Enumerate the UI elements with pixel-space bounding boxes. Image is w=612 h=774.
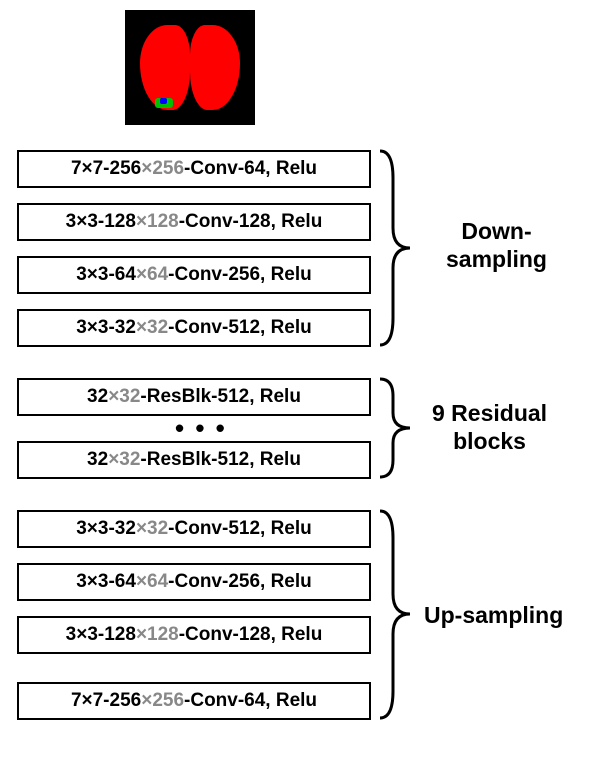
layer-text: 3×3-32×32-Conv-512, Relu: [76, 518, 312, 540]
upsample-brace: [375, 508, 430, 721]
layer-text: 3×3-64×64-Conv-256, Relu: [76, 264, 312, 286]
downsample-layer-4: 3×3-32×32-Conv-512, Relu: [17, 309, 371, 347]
downsample-brace: [375, 148, 430, 348]
layer-text: 7×7-256×256-Conv-64, Relu: [71, 158, 317, 180]
upsample-layer-3: 3×3-128×128-Conv-128, Relu: [17, 616, 371, 654]
upsample-label: Up-sampling: [424, 602, 563, 630]
residual-brace: [375, 376, 430, 480]
downsample-layer-2: 3×3-128×128-Conv-128, Relu: [17, 203, 371, 241]
residual-label: 9 Residualblocks: [432, 400, 547, 455]
nodule-blue-marker: [160, 98, 167, 104]
layer-text: 3×3-64×64-Conv-256, Relu: [76, 571, 312, 593]
residual-block-bottom: 32×32-ResBlk-512, Relu: [17, 441, 371, 479]
upsample-layer-2: 3×3-64×64-Conv-256, Relu: [17, 563, 371, 601]
downsample-layer-1: 7×7-256×256-Conv-64, Relu: [17, 150, 371, 188]
layer-text: 32×32-ResBlk-512, Relu: [87, 449, 301, 471]
layer-text: 3×3-128×128-Conv-128, Relu: [66, 211, 323, 233]
lung-right-shape: [190, 25, 240, 110]
layer-text: 7×7-256×256-Conv-64, Relu: [71, 690, 317, 712]
residual-block-top: 32×32-ResBlk-512, Relu: [17, 378, 371, 416]
downsample-layer-3: 3×3-64×64-Conv-256, Relu: [17, 256, 371, 294]
lung-segmentation-image: [125, 10, 255, 125]
residual-ellipsis: • • •: [175, 413, 227, 444]
layer-text: 3×3-128×128-Conv-128, Relu: [66, 624, 323, 646]
upsample-layer-1: 3×3-32×32-Conv-512, Relu: [17, 510, 371, 548]
layer-text: 3×3-32×32-Conv-512, Relu: [76, 317, 312, 339]
upsample-layer-4: 7×7-256×256-Conv-64, Relu: [17, 682, 371, 720]
downsample-label: Down-sampling: [446, 218, 547, 273]
layer-text: 32×32-ResBlk-512, Relu: [87, 386, 301, 408]
